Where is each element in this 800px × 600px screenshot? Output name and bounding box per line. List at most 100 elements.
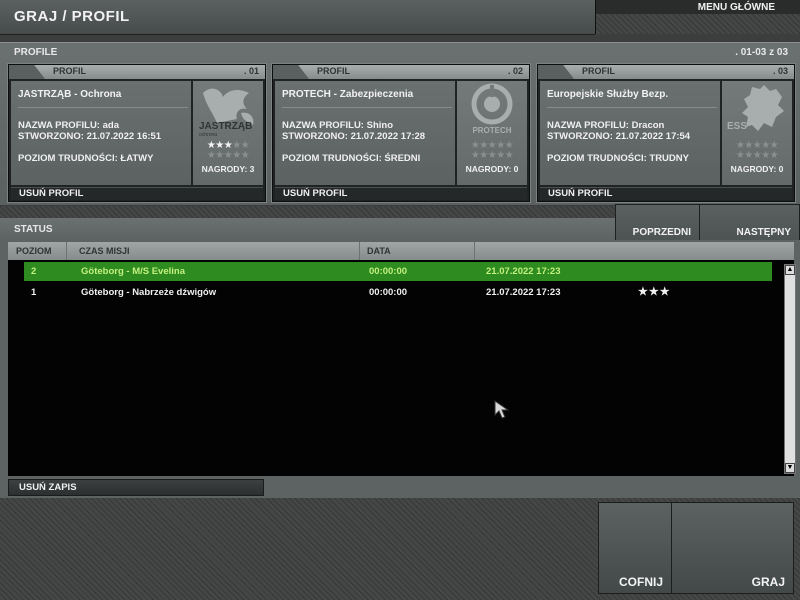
next-label: NASTĘPNY (736, 227, 791, 238)
status-section-title: STATUS (14, 224, 53, 235)
profile-name: NAZWA PROFILU: ada (18, 120, 119, 131)
delete-profile-button[interactable]: USUŃ PROFIL (11, 187, 263, 200)
profiles-page-indicator: . 01-03 z 03 (735, 47, 788, 58)
column-mission-time: CZAS MISJI (79, 246, 130, 256)
column-date: DATA (367, 246, 391, 256)
profile-organization-suffix: - Ochrona (71, 89, 122, 100)
play-button[interactable]: GRAJ (671, 502, 794, 594)
delete-profile-label: USUŃ PROFIL (548, 188, 613, 199)
table-row[interactable]: 1 Göteborg - Nabrzeże dźwigów 00:00:00 2… (24, 283, 772, 302)
profile-info: JASTRZĄB - Ochrona NAZWA PROFILU: ada ST… (11, 81, 191, 185)
profile-created: STWORZONO: 21.07.2022 17:54 (547, 131, 691, 142)
logo-subtext: ochrona (199, 132, 217, 138)
play-label: GRAJ (751, 575, 785, 589)
delete-profile-button[interactable]: USUŃ PROFIL (540, 187, 792, 200)
profile-organization-name: PROTECH (282, 89, 331, 100)
delete-profile-button[interactable]: USUŃ PROFIL (275, 187, 527, 200)
logo-text: ESS (727, 121, 747, 132)
profile-organization-suffix: - Zabezpieczenia (330, 89, 414, 100)
tab-notch (538, 65, 574, 79)
profile-difficulty: POZIOM TRUDNOŚCI: ŁATWY (18, 153, 154, 164)
profile-name: NAZWA PROFILU: Dracon (547, 120, 665, 131)
award-stars: ★★★★★ ★★★★★ (470, 140, 514, 161)
scroll-down-icon[interactable]: ▼ (785, 463, 795, 473)
column-separator (474, 242, 475, 260)
profile-number: . 03 (772, 66, 788, 76)
table-scrollbar[interactable]: ▲ ▼ (784, 264, 796, 474)
main-menu-label: MENU GŁÓWNE (697, 2, 775, 13)
profile-difficulty: POZIOM TRUDNOŚCI: TRUDNY (547, 153, 689, 164)
row-time: 00:00:00 (369, 266, 408, 277)
previous-label: POPRZEDNI (632, 227, 691, 238)
back-label: COFNIJ (618, 575, 663, 589)
row-mission: Göteborg - M/S Evelina (81, 266, 185, 277)
divider (282, 107, 452, 108)
delete-save-button[interactable]: USUŃ ZAPIS (8, 479, 264, 496)
missions-table: POZIOM CZAS MISJI DATA 2 Göteborg - M/S … (0, 240, 800, 498)
delete-profile-label: USUŃ PROFIL (19, 188, 84, 199)
profile-card-2[interactable]: PROFIL . 02 PROTECH - Zabezpieczenia NAZ… (272, 64, 530, 202)
profile-card-tab: PROFIL . 01 (9, 65, 265, 79)
divider (547, 107, 717, 108)
table-header: POZIOM CZAS MISJI DATA (8, 242, 794, 260)
profile-number: . 02 (507, 66, 523, 76)
divider (18, 107, 188, 108)
profiles-section: PROFILE . 01-03 z 03 PROFIL . 01 JASTRZĄ… (0, 42, 800, 205)
profile-name: NAZWA PROFILU: Shino (282, 120, 393, 131)
mouse-cursor-icon (494, 400, 510, 419)
profile-logo: JASTRZĄB ochrona ★★★★★ ★★★★★ NAGRODY: 3 (193, 81, 263, 185)
awards-count: NAGRODY: 0 (465, 164, 519, 174)
profile-tab-label: PROFIL (582, 66, 615, 76)
profile-logo: ESS ★★★★★ ★★★★★ NAGRODY: 0 (722, 81, 792, 185)
awards-count: NAGRODY: 3 (201, 164, 255, 174)
table-row[interactable]: 2 Göteborg - M/S Evelina 00:00:00 21.07.… (24, 262, 772, 281)
hawk-logo-icon: JASTRZĄB ochrona (199, 88, 254, 138)
profile-tab-label: PROFIL (317, 66, 350, 76)
logo-text: JASTRZĄB (199, 121, 252, 132)
profiles-section-title: PROFILE (14, 47, 58, 58)
row-date: 21.07.2022 17:23 (486, 287, 561, 298)
profile-logo: PROTECH ★★★★★ ★★★★★ NAGRODY: 0 (457, 81, 527, 185)
profile-info: Europejskie Służby Bezp. NAZWA PROFILU: … (540, 81, 720, 185)
profile-card-1[interactable]: PROFIL . 01 JASTRZĄB - Ochrona NAZWA PRO… (8, 64, 266, 202)
scroll-up-icon[interactable]: ▲ (785, 265, 795, 275)
previous-button[interactable]: POPRZEDNI (615, 204, 700, 242)
profile-organization-name: JASTRZĄB (18, 89, 72, 100)
row-time: 00:00:00 (369, 287, 408, 298)
column-level: POZIOM (16, 246, 52, 256)
profile-created: STWORZONO: 21.07.2022 16:51 (18, 131, 162, 142)
logo-text: PROTECH (472, 126, 511, 135)
delete-profile-label: USUŃ PROFIL (283, 188, 348, 199)
profile-card-3[interactable]: PROFIL . 03 Europejskie Służby Bezp. NAZ… (537, 64, 795, 202)
main-menu-button[interactable]: MENU GŁÓWNE (595, 0, 800, 34)
back-button[interactable]: COFNIJ (598, 502, 672, 594)
menu-button-pattern (596, 14, 800, 34)
awards-count: NAGRODY: 0 (730, 164, 784, 174)
award-stars: ★★★★★ ★★★★★ (206, 140, 250, 161)
profile-organization: PROTECH - Zabezpieczenia (282, 89, 413, 100)
profile-organization: JASTRZĄB - Ochrona (18, 89, 121, 100)
europe-map-logo-icon: ESS (727, 85, 784, 132)
row-stars: ★★★ (638, 286, 671, 298)
profile-organization-name: Europejskie Służby Bezp. (547, 89, 669, 100)
profile-created: STWORZONO: 21.07.2022 17:28 (282, 131, 426, 142)
profile-info: PROTECH - Zabezpieczenia NAZWA PROFILU: … (275, 81, 455, 185)
column-separator (359, 242, 360, 260)
table-body: 2 Göteborg - M/S Evelina 00:00:00 21.07.… (8, 260, 796, 476)
row-date: 21.07.2022 17:23 (486, 266, 561, 277)
next-button[interactable]: NASTĘPNY (699, 204, 800, 242)
row-mission: Göteborg - Nabrzeże dźwigów (81, 287, 217, 298)
profile-number: . 01 (243, 66, 259, 76)
tab-notch (273, 65, 309, 79)
top-bar: GRAJ / PROFIL (0, 0, 595, 35)
protech-logo-icon: PROTECH (471, 83, 513, 135)
page-title: GRAJ / PROFIL (14, 8, 130, 25)
profile-tab-label: PROFIL (53, 66, 86, 76)
row-level: 2 (31, 266, 37, 277)
status-header: STATUS (0, 218, 615, 240)
award-stars: ★★★★★ ★★★★★ (735, 140, 779, 161)
profile-difficulty: POZIOM TRUDNOŚCI: ŚREDNI (282, 153, 421, 164)
profile-card-tab: PROFIL . 03 (538, 65, 794, 79)
delete-save-label: USUŃ ZAPIS (19, 482, 77, 493)
row-level: 1 (31, 287, 37, 298)
